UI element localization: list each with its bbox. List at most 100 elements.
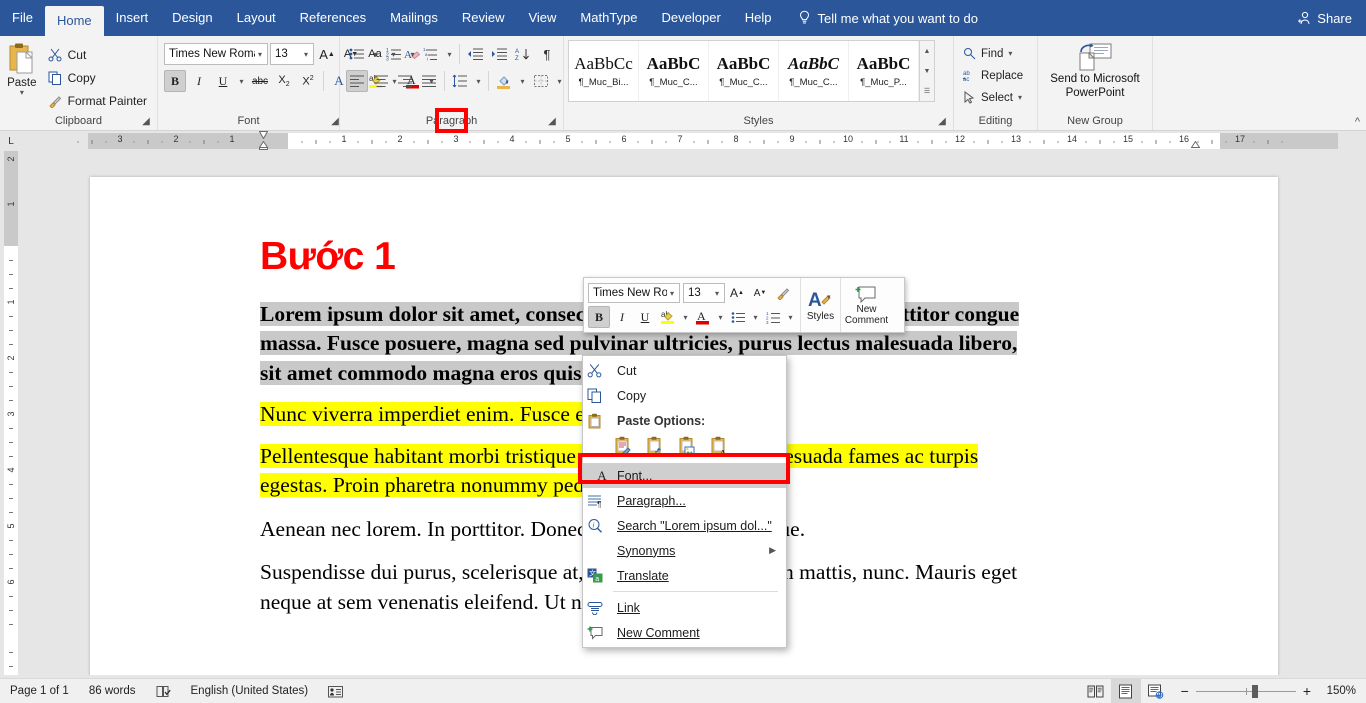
replace-button[interactable]: ab ac Replace	[960, 65, 1026, 86]
tab-design[interactable]: Design	[160, 0, 224, 36]
mini-font-name-combo[interactable]: Times New Rom ▾	[588, 283, 680, 303]
tab-mailings[interactable]: Mailings	[378, 0, 450, 36]
context-menu-item-search[interactable]: i Search "Lorem ipsum dol..."	[583, 513, 786, 538]
font-name-combo[interactable]: Times New Roma ▾	[164, 43, 268, 65]
context-menu-item-cut[interactable]: Cut	[583, 358, 786, 383]
mini-shrink-font-button[interactable]: A ▼	[749, 282, 771, 304]
word-count-status[interactable]: 86 words	[79, 679, 146, 703]
context-menu-item-font[interactable]: A Font...	[583, 463, 786, 488]
collapse-ribbon-button[interactable]: ^	[1355, 116, 1360, 128]
find-caret-icon[interactable]: ▾	[1008, 49, 1012, 58]
copy-button[interactable]: Copy	[44, 67, 151, 88]
mini-highlight-caret-icon[interactable]: ▾	[680, 313, 691, 322]
find-button[interactable]: Find ▾	[960, 43, 1026, 64]
horizontal-ruler[interactable]: L 3 2 1 1 2 3 4 5 6 7 8 9 10 11 12 13 14 15 16 17	[0, 131, 1366, 151]
underline-button[interactable]: U	[212, 70, 234, 92]
language-status[interactable]: English (United States)	[181, 679, 319, 703]
align-right-button[interactable]	[394, 70, 416, 92]
gallery-scroll-up-button[interactable]: ▲	[920, 41, 934, 61]
strikethrough-button[interactable]: abc	[249, 70, 271, 92]
multilevel-list-button[interactable]: 1ai	[420, 43, 442, 65]
mini-styles-button[interactable]: A ▾ Styles	[800, 278, 840, 332]
first-line-indent-marker[interactable]	[259, 131, 268, 139]
mini-font-color-button[interactable]: A	[692, 306, 714, 328]
context-menu-item-new-comment[interactable]: New Comment	[583, 620, 786, 645]
mini-font-size-combo[interactable]: 13 ▾	[683, 283, 725, 303]
mini-numbering-button[interactable]: 123	[762, 306, 784, 328]
underline-caret-icon[interactable]: ▾	[236, 77, 247, 86]
zoom-slider-thumb[interactable]	[1251, 684, 1258, 698]
paste-caret-icon[interactable]: ▾	[20, 89, 24, 97]
tab-help[interactable]: Help	[733, 0, 784, 36]
read-mode-button[interactable]	[1081, 679, 1111, 703]
decrease-indent-button[interactable]	[464, 43, 486, 65]
web-layout-button[interactable]	[1141, 679, 1171, 703]
select-caret-icon[interactable]: ▾	[1018, 93, 1022, 102]
bold-button[interactable]: B	[164, 70, 186, 92]
gallery-scroll-down-button[interactable]: ▼	[920, 61, 934, 81]
zoom-slider-track[interactable]	[1195, 684, 1296, 698]
show-formatting-marks-button[interactable]: ¶	[536, 43, 558, 65]
align-center-button[interactable]	[370, 70, 392, 92]
keep-text-only-icon[interactable]: A	[705, 434, 735, 460]
mini-grow-font-button[interactable]: A ▲	[726, 282, 748, 304]
context-menu-item-paragraph[interactable]: ¶ Paragraph...	[583, 488, 786, 513]
tab-references[interactable]: References	[288, 0, 378, 36]
mini-font-color-caret-icon[interactable]: ▾	[715, 313, 726, 322]
bullets-button[interactable]	[346, 43, 368, 65]
shading-button[interactable]	[493, 70, 515, 92]
print-layout-button[interactable]	[1110, 678, 1141, 703]
page-number-status[interactable]: Page 1 of 1	[0, 679, 79, 703]
accessibility-status[interactable]	[318, 679, 353, 703]
hanging-indent-marker[interactable]	[259, 141, 268, 150]
grow-font-button[interactable]: A ▲	[316, 43, 338, 65]
style-item-1[interactable]: AaBbC ¶_Muc_C...	[639, 41, 709, 101]
tab-review[interactable]: Review	[450, 0, 517, 36]
share-button[interactable]: Share	[1290, 0, 1358, 36]
mini-toolbar[interactable]: Times New Rom ▾ 13 ▾ A▲ A▼ B I U ab	[583, 277, 905, 333]
numbering-caret-icon[interactable]: ▾	[407, 50, 418, 59]
font-size-combo[interactable]: 13 ▾	[270, 43, 314, 65]
multilevel-caret-icon[interactable]: ▾	[444, 50, 455, 59]
tab-developer[interactable]: Developer	[650, 0, 733, 36]
send-to-powerpoint-button[interactable]: Send to Microsoft PowerPoint	[1045, 40, 1145, 100]
context-menu-item-synonyms[interactable]: Synonyms ▶	[583, 538, 786, 563]
italic-button[interactable]: I	[188, 70, 210, 92]
tab-file[interactable]: File	[0, 0, 45, 36]
style-item-2[interactable]: AaBbC ¶_Muc_C...	[709, 41, 779, 101]
tab-home[interactable]: Home	[44, 6, 104, 36]
context-menu-item-link[interactable]: Link	[583, 595, 786, 620]
gallery-more-button[interactable]: ☰	[920, 81, 934, 101]
tab-layout[interactable]: Layout	[225, 0, 288, 36]
mini-italic-button[interactable]: I	[611, 306, 633, 328]
style-item-0[interactable]: AaBbCс ¶_Muc_Bi...	[569, 41, 639, 101]
merge-formatting-icon[interactable]	[641, 434, 671, 460]
context-menu[interactable]: Cut Copy Paste Options: A A Font... ¶ Pa…	[582, 355, 787, 648]
tab-insert[interactable]: Insert	[104, 0, 161, 36]
mini-bullets-button[interactable]	[727, 306, 749, 328]
increase-indent-button[interactable]	[488, 43, 510, 65]
numbering-button[interactable]: 123	[383, 43, 405, 65]
shading-caret-icon[interactable]: ▾	[517, 77, 528, 86]
right-indent-marker[interactable]	[1191, 141, 1200, 150]
subscript-button[interactable]: X2	[273, 70, 295, 92]
styles-dialog-launcher[interactable]: ◢	[935, 115, 949, 129]
superscript-button[interactable]: X2	[297, 70, 319, 92]
proofing-status[interactable]	[146, 679, 181, 703]
line-spacing-button[interactable]	[449, 70, 471, 92]
vertical-ruler[interactable]: 2 1 1 2 3 4 5 6	[0, 151, 22, 675]
tell-me-box[interactable]: Tell me what you want to do	[798, 0, 978, 36]
line-spacing-caret-icon[interactable]: ▾	[473, 77, 484, 86]
cut-button[interactable]: Cut	[44, 44, 151, 65]
picture-icon[interactable]	[673, 434, 703, 460]
sort-button[interactable]: AZ	[512, 43, 534, 65]
keep-source-formatting-icon[interactable]	[609, 434, 639, 460]
justify-button[interactable]	[418, 70, 440, 92]
format-painter-button[interactable]: Format Painter	[44, 90, 151, 111]
select-button[interactable]: Select ▾	[960, 87, 1026, 108]
context-menu-item-copy[interactable]: Copy	[583, 383, 786, 408]
mini-text-highlight-color-button[interactable]: ab	[657, 306, 679, 328]
bullets-caret-icon[interactable]: ▾	[370, 50, 381, 59]
mini-format-painter-button[interactable]	[772, 282, 794, 304]
paragraph-dialog-launcher[interactable]: ◢	[545, 115, 559, 129]
